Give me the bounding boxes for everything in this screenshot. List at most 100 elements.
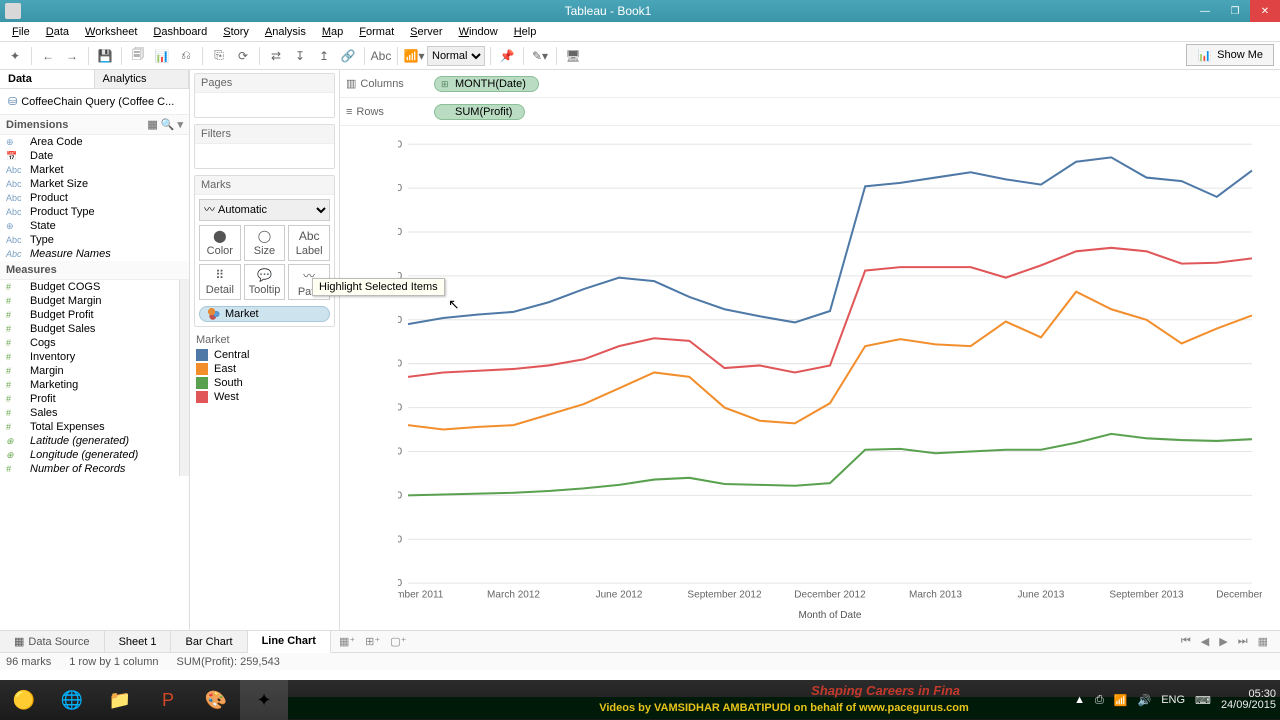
last-tab-button[interactable]: ⏭: [1238, 635, 1248, 648]
refresh-button[interactable]: ⟳: [232, 45, 254, 67]
legend-item[interactable]: South: [196, 376, 333, 390]
menu-story[interactable]: Story: [215, 24, 257, 40]
menu-window[interactable]: Window: [451, 24, 506, 40]
legend-item[interactable]: Central: [196, 348, 333, 362]
measure-field[interactable]: #Budget Profit: [0, 308, 189, 322]
dimension-field[interactable]: ⊕Area Code: [0, 135, 189, 149]
tableau-task-icon[interactable]: ✦: [240, 680, 288, 720]
view-icon[interactable]: ▦: [147, 118, 157, 131]
mark-tooltip-button[interactable]: 💬Tooltip: [244, 264, 286, 300]
dimension-field[interactable]: AbcMarket: [0, 163, 189, 177]
menu-server[interactable]: Server: [402, 24, 450, 40]
explorer-icon[interactable]: 📁: [96, 680, 144, 720]
sort-asc-button[interactable]: ↧: [289, 45, 311, 67]
menu-format[interactable]: Format: [351, 24, 402, 40]
first-tab-button[interactable]: ⏮: [1181, 635, 1191, 648]
menu-data[interactable]: Data: [38, 24, 77, 40]
clock[interactable]: 05:30 24/09/2015: [1221, 689, 1276, 711]
show-me-button[interactable]: 📊Show Me: [1186, 44, 1274, 66]
duplicate-button[interactable]: ⎘: [208, 45, 230, 67]
ie-icon[interactable]: 🌐: [48, 680, 96, 720]
sort-desc-button[interactable]: ↥: [313, 45, 335, 67]
scrollbar[interactable]: [179, 280, 189, 476]
save-button[interactable]: 💾: [94, 45, 116, 67]
dimension-field[interactable]: AbcProduct: [0, 191, 189, 205]
ime-icon[interactable]: ⌨: [1195, 694, 1211, 707]
dimension-field[interactable]: AbcMeasure Names: [0, 247, 189, 261]
menu-file[interactable]: File: [4, 24, 38, 40]
forward-button[interactable]: →: [61, 45, 83, 67]
lang-indicator[interactable]: ENG: [1161, 694, 1185, 706]
clear-sheet-button[interactable]: ⎌: [175, 45, 197, 67]
measure-field[interactable]: #Sales: [0, 406, 189, 420]
menu-dropdown-icon[interactable]: ▾: [177, 118, 183, 131]
mark-type-select[interactable]: 〰 Automatic: [199, 199, 330, 221]
sheet-tab[interactable]: Line Chart: [248, 631, 331, 653]
menu-help[interactable]: Help: [506, 24, 545, 40]
measure-field[interactable]: #Number of Records: [0, 462, 189, 476]
measure-field[interactable]: #Cogs: [0, 336, 189, 350]
sheet-tab[interactable]: Bar Chart: [171, 631, 247, 652]
measure-field[interactable]: #Budget Margin: [0, 294, 189, 308]
mark-color-button[interactable]: ⬤Color: [199, 225, 241, 261]
paint-icon[interactable]: 🎨: [192, 680, 240, 720]
filters-shelf[interactable]: Filters: [194, 124, 335, 169]
tab-list-button[interactable]: ▦: [1258, 635, 1268, 648]
rows-shelf[interactable]: ≡Rows SUM(Profit): [340, 98, 1280, 126]
label-button[interactable]: Abc: [370, 45, 392, 67]
chart-area[interactable]: 0500100015002000250030003500400045005000…: [340, 126, 1280, 630]
presentation-button[interactable]: 🖥: [562, 45, 584, 67]
dimension-field[interactable]: AbcType: [0, 233, 189, 247]
measure-field[interactable]: #Budget COGS: [0, 280, 189, 294]
measure-field[interactable]: #Budget Sales: [0, 322, 189, 336]
columns-shelf[interactable]: ▥Columns ⊞MONTH(Date): [340, 70, 1280, 98]
sheet-tab[interactable]: Sheet 1: [105, 631, 172, 652]
next-tab-button[interactable]: ▶: [1219, 635, 1227, 648]
measure-field[interactable]: ⊕Longitude (generated): [0, 448, 189, 462]
legend-item[interactable]: East: [196, 362, 333, 376]
menu-dashboard[interactable]: Dashboard: [145, 24, 215, 40]
minimize-button[interactable]: —: [1190, 0, 1220, 22]
group-button[interactable]: 🔗: [337, 45, 359, 67]
volume-icon[interactable]: 🔊: [1138, 694, 1152, 707]
usb-icon[interactable]: ⎙: [1095, 694, 1104, 707]
maximize-button[interactable]: ❐: [1220, 0, 1250, 22]
menu-worksheet[interactable]: Worksheet: [77, 24, 145, 40]
legend-item[interactable]: West: [196, 390, 333, 404]
new-data-button[interactable]: 🗐: [127, 45, 149, 67]
highlight-button[interactable]: ✎▾: [529, 45, 551, 67]
mark-detail-button[interactable]: ⠿Detail: [199, 264, 241, 300]
chrome-icon[interactable]: 🟡: [0, 680, 48, 720]
pages-shelf[interactable]: Pages: [194, 73, 335, 118]
swap-button[interactable]: ⇄: [265, 45, 287, 67]
dimension-field[interactable]: AbcMarket Size: [0, 177, 189, 191]
data-tab[interactable]: Data: [0, 70, 95, 88]
new-worksheet-button[interactable]: ▦⁺: [339, 635, 355, 648]
data-source-item[interactable]: ⛁ CoffeeChain Query (Coffee C...: [0, 89, 189, 115]
back-button[interactable]: ←: [37, 45, 59, 67]
color-mark-pill[interactable]: Market: [199, 306, 330, 322]
tableau-icon[interactable]: ✦: [4, 45, 26, 67]
columns-pill[interactable]: ⊞MONTH(Date): [434, 76, 539, 92]
measure-field[interactable]: #Margin: [0, 364, 189, 378]
network-icon[interactable]: 📶: [1114, 694, 1128, 707]
menu-map[interactable]: Map: [314, 24, 351, 40]
mark-label-button[interactable]: AbcLabel: [288, 225, 330, 261]
new-dashboard-button[interactable]: ⊞⁺: [365, 635, 380, 648]
data-source-tab[interactable]: ▦Data Source: [0, 631, 105, 652]
dimension-field[interactable]: AbcProduct Type: [0, 205, 189, 219]
menu-analysis[interactable]: Analysis: [257, 24, 314, 40]
pin-button[interactable]: 📌: [496, 45, 518, 67]
measure-field[interactable]: #Total Expenses: [0, 420, 189, 434]
measure-field[interactable]: #Marketing: [0, 378, 189, 392]
close-button[interactable]: ✕: [1250, 0, 1280, 22]
measure-field[interactable]: #Profit: [0, 392, 189, 406]
rows-pill[interactable]: SUM(Profit): [434, 104, 525, 120]
tray-expand-icon[interactable]: ▲: [1074, 694, 1085, 706]
new-sheet-button[interactable]: 📊: [151, 45, 173, 67]
search-icon[interactable]: 🔍: [161, 118, 175, 131]
dimension-field[interactable]: 📅Date: [0, 149, 189, 163]
powerpoint-icon[interactable]: P: [144, 680, 192, 720]
mark-size-button[interactable]: ◯Size: [244, 225, 286, 261]
chart-type-button[interactable]: 📶▾: [403, 45, 425, 67]
